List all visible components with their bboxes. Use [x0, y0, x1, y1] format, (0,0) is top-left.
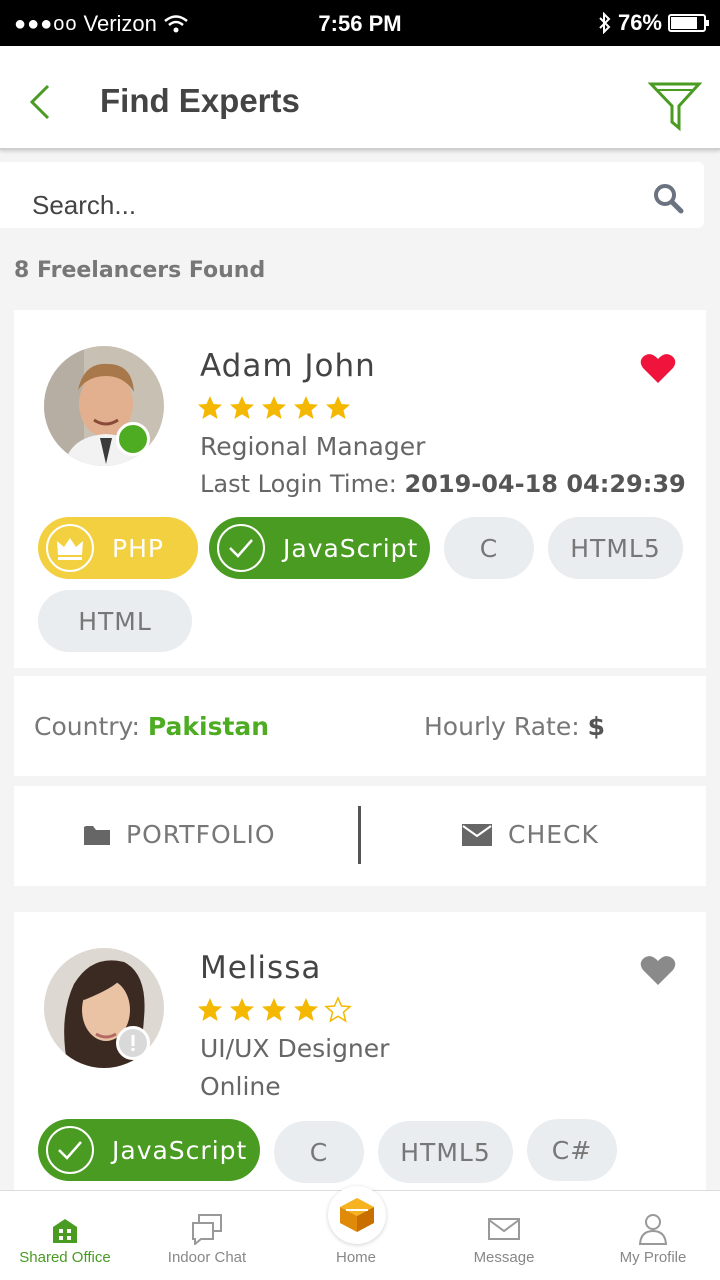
- check-circle-icon: [46, 1126, 94, 1174]
- results-count: 8 Freelancers Found: [14, 258, 266, 283]
- offline-status-dot: [116, 1026, 150, 1060]
- tab-shared-office[interactable]: Shared Office: [0, 1191, 137, 1280]
- hourly-rate-label: Hourly Rate:: [424, 712, 580, 741]
- expert-name: Melissa: [200, 950, 322, 986]
- hourly-rate-value: $: [587, 712, 606, 741]
- crown-icon: [46, 524, 94, 572]
- bluetooth-icon: [599, 12, 611, 34]
- envelope-icon: [462, 823, 492, 846]
- expert-role: Regional Manager: [200, 432, 426, 461]
- star-filled-icon: [262, 998, 286, 1021]
- building-icon: [53, 1219, 77, 1243]
- search-bar[interactable]: Search...: [0, 162, 704, 228]
- check-circle-icon: [217, 524, 265, 572]
- hourly-rate: Hourly Rate: $: [424, 712, 605, 741]
- star-filled-icon: [198, 396, 222, 419]
- tab-message[interactable]: Message: [432, 1191, 576, 1280]
- skill-chip-javascript[interactable]: JavaScript: [38, 1119, 260, 1181]
- tab-my-profile[interactable]: My Profile: [581, 1191, 720, 1280]
- search-icon[interactable]: [652, 182, 684, 214]
- expert-card[interactable]: Melissa UI/UX Designer Online JavaScript…: [14, 912, 706, 1190]
- skill-chip-csharp[interactable]: C#: [527, 1119, 617, 1181]
- tab-label: Indoor Chat: [167, 1249, 247, 1266]
- rating-stars: [196, 394, 352, 422]
- battery-percent: 76%: [617, 10, 662, 35]
- skill-label: JavaScript: [283, 533, 419, 563]
- action-divider: [358, 806, 361, 864]
- last-login-label: Last Login Time:: [200, 470, 397, 498]
- portfolio-button[interactable]: PORTFOLIO: [84, 820, 276, 849]
- app-bar: Find Experts: [0, 46, 720, 150]
- star-filled-icon: [198, 998, 222, 1021]
- folder-icon: [84, 825, 110, 845]
- country-value: Pakistan: [147, 712, 270, 741]
- status-bar: ●●●oo Verizon 7:56 PM 76%: [0, 0, 720, 46]
- tab-label: Shared Office: [19, 1249, 111, 1266]
- expert-status-text: Online: [200, 1072, 281, 1101]
- expert-info-row: Country: Pakistan Hourly Rate: $: [14, 676, 706, 776]
- skill-chip-html5[interactable]: HTML5: [548, 517, 683, 579]
- star-empty-icon: [324, 996, 352, 1023]
- skill-chip-c[interactable]: C: [444, 517, 534, 579]
- skill-chip-c[interactable]: C: [274, 1121, 364, 1183]
- star-filled-icon: [262, 396, 286, 419]
- filter-icon[interactable]: [648, 80, 702, 132]
- skill-chip-html[interactable]: HTML: [38, 590, 192, 652]
- skill-chip-html5[interactable]: HTML5: [378, 1121, 513, 1183]
- user-icon: [638, 1214, 668, 1245]
- star-filled-icon: [230, 396, 254, 419]
- expert-role: UI/UX Designer: [200, 1034, 390, 1063]
- portfolio-label: PORTFOLIO: [126, 820, 276, 849]
- skill-label: JavaScript: [112, 1135, 248, 1165]
- rating-stars: [196, 996, 352, 1024]
- star-filled-icon: [294, 396, 318, 419]
- country-label: Country:: [34, 712, 140, 741]
- skill-chip-php[interactable]: PHP: [38, 517, 198, 579]
- online-status-dot: [116, 422, 150, 456]
- back-arrow-icon[interactable]: [22, 82, 58, 122]
- tab-label: Home: [335, 1249, 376, 1266]
- star-filled-icon: [326, 396, 350, 419]
- star-filled-icon: [230, 998, 254, 1021]
- chat-icon: [192, 1214, 222, 1245]
- battery-icon: [668, 14, 709, 32]
- expert-card[interactable]: Adam John Regional Manager Last Login Ti…: [14, 310, 706, 668]
- check-label: CHECK: [508, 820, 599, 849]
- favorite-heart-icon[interactable]: [640, 352, 676, 384]
- search-input[interactable]: Search...: [32, 190, 136, 221]
- tab-label: My Profile: [619, 1249, 687, 1266]
- expert-name: Adam John: [200, 348, 376, 384]
- tab-label: Message: [473, 1249, 535, 1266]
- star-filled-icon: [294, 998, 318, 1021]
- check-button[interactable]: CHECK: [462, 820, 599, 849]
- last-login-value: 2019-04-18 04:29:39: [404, 470, 686, 498]
- last-login: Last Login Time: 2019-04-18 04:29:39: [200, 470, 686, 498]
- country: Country: Pakistan: [34, 712, 269, 741]
- tab-indoor-chat[interactable]: Indoor Chat: [135, 1191, 279, 1280]
- skill-chip-javascript[interactable]: JavaScript: [209, 517, 430, 579]
- skill-label: PHP: [112, 533, 164, 563]
- page-title: Find Experts: [100, 82, 300, 119]
- favorite-heart-icon[interactable]: [640, 954, 676, 986]
- expert-actions: PORTFOLIO CHECK: [14, 786, 706, 886]
- home-cube-icon[interactable]: [328, 1186, 386, 1244]
- envelope-icon: [488, 1218, 520, 1240]
